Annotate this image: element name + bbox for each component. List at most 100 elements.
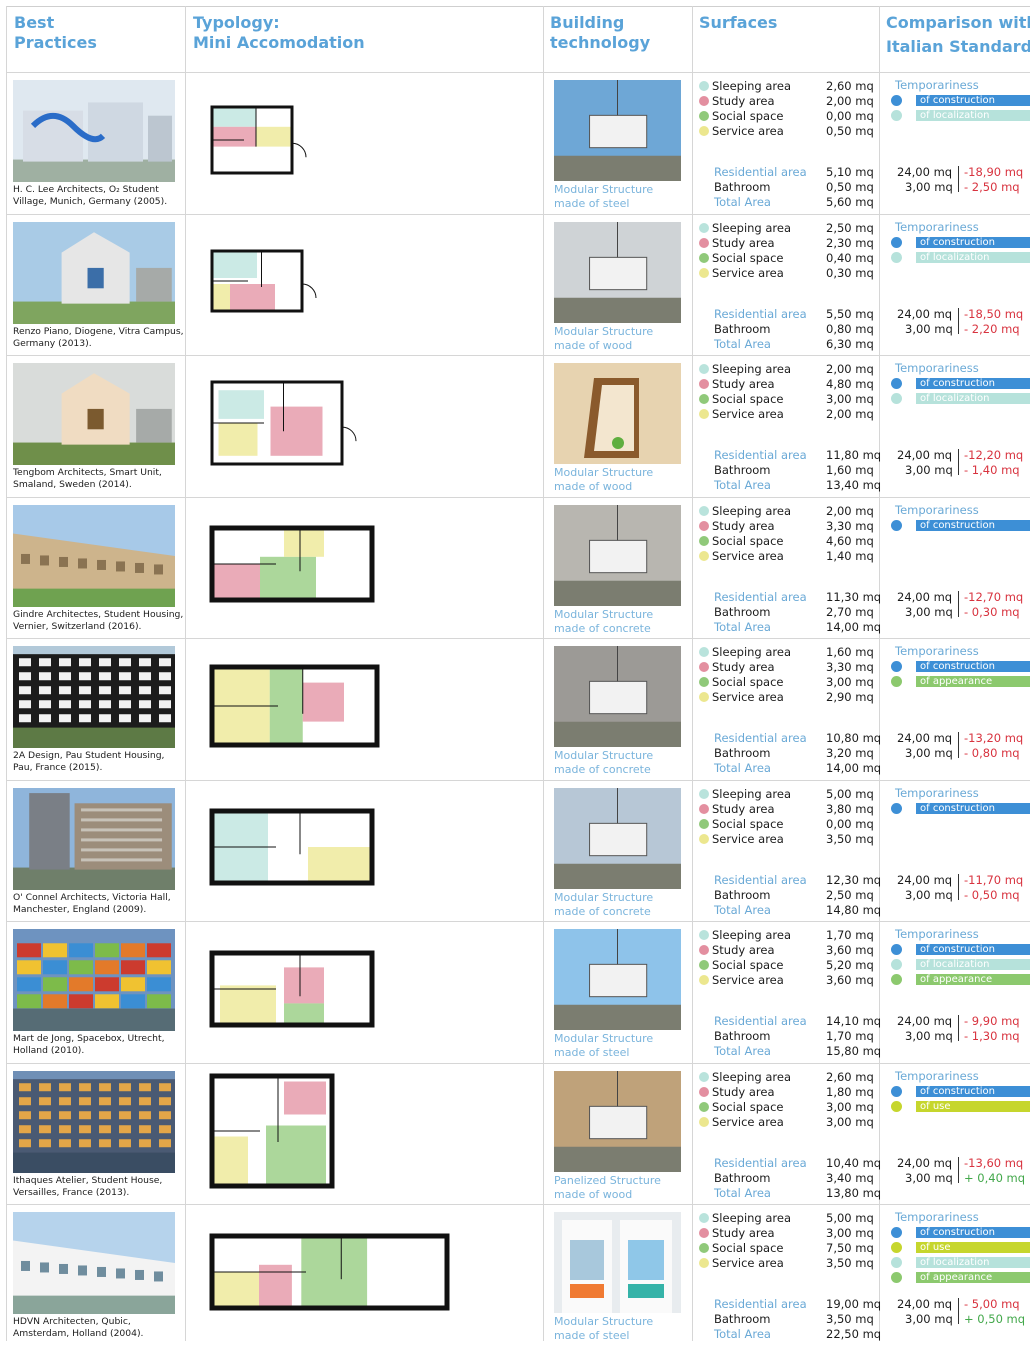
surface-social-value: 0,00 mq — [826, 816, 874, 831]
surface-total-label: Total Area — [714, 761, 771, 775]
surface-bathroom-label: Bathroom — [714, 1029, 771, 1043]
project-caption: H. C. Lee Architects, O₂ Student Village… — [13, 184, 168, 207]
surface-name: Study area — [712, 943, 775, 957]
surface-residential-label: Residential area — [714, 165, 807, 179]
diff-bathroom: - 2,20 mq — [964, 321, 1020, 336]
social-dot-icon — [699, 252, 709, 263]
surface-name: Study area — [712, 94, 775, 108]
standard-bathroom: 3,00 mq — [905, 1170, 953, 1185]
standard-bathroom: 3,00 mq — [905, 463, 953, 477]
diff-residential: - 9,90 mq — [964, 1014, 1020, 1028]
technology-photo — [554, 646, 681, 747]
surface-total-value: 14,00 mq — [826, 619, 882, 634]
standard-bathroom: 3,00 mq — [905, 180, 953, 194]
surface-service-label: Service area — [699, 124, 784, 139]
floor-plan — [206, 101, 316, 179]
surface-study-value: 1,80 mq — [826, 1084, 874, 1099]
standard-residential: 24,00 mq — [897, 872, 953, 887]
surface-service-label: Service area — [699, 690, 784, 705]
technology-label: Modular Structure made of wood — [554, 466, 654, 493]
temporariness-tag: of localization — [916, 393, 1030, 404]
study-dot-icon — [699, 237, 709, 248]
diff-residential: -18,50 mq — [964, 306, 1024, 321]
temporariness-label: Temporariness — [895, 785, 979, 800]
surface-social-value: 4,60 mq — [826, 533, 874, 548]
surface-sleeping-label: Sleeping area — [699, 362, 791, 377]
value-separator — [958, 590, 959, 617]
surface-bathroom-value: 0,50 mq — [826, 180, 874, 194]
surface-residential-label: Residential area — [714, 731, 807, 745]
surface-bathroom-label: Bathroom — [714, 180, 771, 194]
diff-bathroom: - 2,50 mq — [964, 180, 1020, 194]
table-row: Mart de Jong, Spacebox, Utrecht, Holland… — [6, 921, 1030, 1064]
standard-bathroom: 3,00 mq — [905, 1029, 953, 1043]
surface-social-value: 7,50 mq — [826, 1241, 874, 1255]
service-dot-icon — [699, 267, 709, 278]
surface-total-value: 14,00 mq — [826, 761, 882, 775]
sleeping-dot-icon — [699, 81, 709, 91]
temporariness-tag: of construction — [916, 1085, 1030, 1097]
technology-label: Modular Structure made of concrete — [554, 607, 654, 635]
project-photo — [13, 646, 175, 748]
temporariness-tag: of construction — [916, 95, 1030, 106]
temporariness-label: Temporariness — [895, 1068, 979, 1083]
surface-sleeping-label: Sleeping area — [699, 79, 791, 94]
surface-service-label: Service area — [699, 1256, 784, 1271]
surface-residential-label: Residential area — [714, 589, 807, 604]
study-dot-icon — [699, 520, 709, 531]
surface-name: Social space — [712, 533, 784, 548]
value-separator — [958, 307, 959, 334]
surface-service-label: Service area — [699, 407, 784, 422]
surface-residential-label: Residential area — [714, 1155, 807, 1170]
diff-residential: - 5,00 mq — [964, 1297, 1020, 1311]
table-row: 2A Design, Pau Student Housing, Pau, Fra… — [6, 638, 1030, 781]
study-dot-icon — [699, 662, 709, 672]
project-photo — [13, 80, 175, 182]
surface-service-label: Service area — [699, 973, 784, 988]
surface-name: Sleeping area — [712, 786, 792, 801]
temporariness-label: Temporariness — [895, 219, 979, 234]
technology-photo — [554, 1212, 681, 1313]
tag-dot-icon — [891, 1100, 902, 1112]
tag-dot-icon — [891, 1242, 902, 1253]
surface-social-label: Social space — [699, 817, 784, 832]
header-row: Best Practices Typology: Mini Accomodati… — [6, 6, 1030, 73]
surface-name: Sleeping area — [712, 503, 792, 518]
surface-social-value: 5,20 mq — [826, 958, 874, 972]
surface-residential-value: 11,30 mq — [826, 589, 882, 604]
surface-bathroom-label: Bathroom — [714, 463, 771, 477]
surface-name: Sleeping area — [712, 1069, 792, 1084]
temporariness-tag: of construction — [916, 236, 1030, 248]
project-caption: Renzo Piano, Diogene, Vitra Campus, Germ… — [13, 325, 184, 349]
technology-photo — [554, 504, 681, 606]
temporariness-tag: of construction — [916, 944, 1030, 955]
surface-social-value: 0,00 mq — [826, 109, 874, 123]
project-caption: Ithaques Atelier, Student House, Versail… — [13, 1174, 163, 1198]
social-dot-icon — [699, 818, 709, 829]
surface-social-label: Social space — [699, 958, 784, 973]
surface-bathroom-value: 1,60 mq — [826, 463, 874, 477]
value-separator — [958, 166, 959, 192]
header-best-practices: Best Practices — [14, 13, 97, 52]
study-dot-icon — [699, 1228, 709, 1238]
surface-total-value: 5,60 mq — [826, 195, 874, 209]
surface-study-value: 4,80 mq — [826, 377, 874, 391]
surface-total-label: Total Area — [714, 336, 771, 351]
surface-name: Study area — [712, 801, 775, 816]
surface-study-label: Study area — [699, 1085, 775, 1100]
diff-residential: -18,90 mq — [964, 165, 1024, 179]
project-photo — [13, 1070, 175, 1173]
surface-bathroom-label: Bathroom — [714, 746, 771, 760]
surface-name: Service area — [712, 690, 784, 704]
surface-social-label: Social space — [699, 1241, 784, 1256]
project-caption: O' Connel Architects, Victoria Hall, Man… — [13, 891, 171, 915]
surface-total-label: Total Area — [714, 1185, 771, 1200]
surface-social-label: Social space — [699, 675, 784, 690]
standard-residential: 24,00 mq — [897, 1014, 953, 1028]
project-photo — [13, 363, 175, 465]
surface-name: Service area — [712, 831, 784, 846]
surface-sleeping-value: 2,00 mq — [826, 503, 874, 518]
surface-name: Study area — [712, 235, 775, 250]
tag-dot-icon — [891, 1257, 902, 1268]
table-row: Ithaques Atelier, Student House, Versail… — [6, 1062, 1030, 1206]
